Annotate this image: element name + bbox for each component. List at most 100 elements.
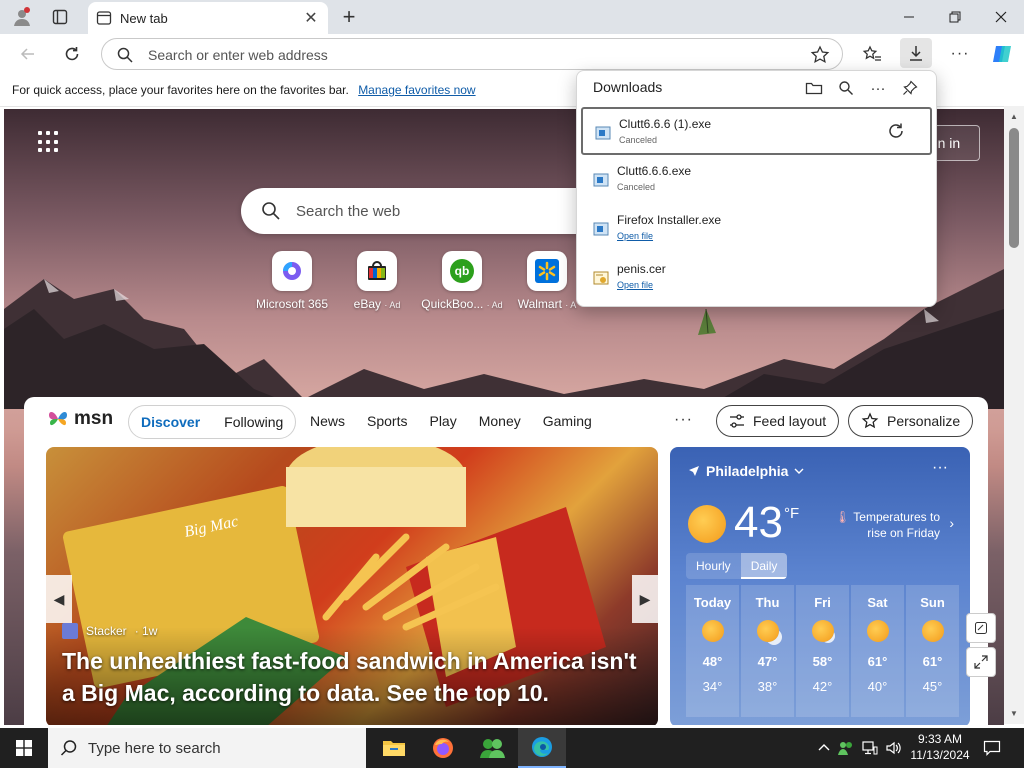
- network-icon[interactable]: [860, 738, 880, 758]
- back-button[interactable]: [14, 40, 42, 68]
- close-tab-icon[interactable]: ✕: [300, 7, 322, 29]
- notification-center-icon[interactable]: [982, 738, 1002, 758]
- manage-favorites-link[interactable]: Manage favorites now: [358, 83, 475, 97]
- expand-button[interactable]: [966, 647, 996, 677]
- open-file-link[interactable]: Open file: [617, 231, 653, 241]
- tab-new-tab[interactable]: New tab ✕: [88, 2, 328, 34]
- open-downloads-folder-icon[interactable]: [801, 75, 827, 101]
- apps-launcher-icon[interactable]: [38, 131, 60, 153]
- carousel-prev-button[interactable]: ◀: [46, 575, 72, 623]
- tile-label: QuickBoo... · Ad: [421, 297, 503, 311]
- download-item[interactable]: Clutt6.6.6 (1).exe Canceled: [581, 107, 932, 155]
- favorites-hint-text: For quick access, place your favorites h…: [12, 83, 349, 97]
- forecast-day[interactable]: Sun 61° 45°: [906, 585, 959, 717]
- tab-discover[interactable]: Discover: [141, 414, 200, 430]
- address-bar[interactable]: [101, 38, 843, 70]
- download-item[interactable]: Clutt6.6.6.exe Canceled: [581, 156, 932, 204]
- tab-hourly[interactable]: Hourly: [686, 553, 741, 579]
- add-favorite-icon[interactable]: [810, 45, 830, 65]
- nav-link-sports[interactable]: Sports: [367, 413, 407, 429]
- taskbar-search-box[interactable]: [48, 728, 366, 768]
- nav-link-news[interactable]: News: [310, 413, 345, 429]
- copilot-icon[interactable]: [988, 40, 1016, 68]
- scroll-down-icon[interactable]: ▼: [1010, 709, 1018, 718]
- msn-logo[interactable]: msn: [46, 407, 113, 431]
- edge-browser-icon[interactable]: [518, 728, 566, 768]
- weather-alert[interactable]: 🌡 Temperatures to rise on Friday: [820, 509, 940, 541]
- windows-taskbar: 9:33 AM 11/13/2024: [0, 728, 1024, 768]
- download-item[interactable]: Firefox Installer.exe Open file: [581, 205, 932, 253]
- personalize-button[interactable]: Personalize: [848, 405, 974, 437]
- hidden-image-leaf-icon[interactable]: [694, 307, 720, 337]
- file-explorer-icon[interactable]: [370, 728, 418, 768]
- forecast-day[interactable]: Fri 58° 42°: [796, 585, 849, 717]
- forecast-day[interactable]: Today 48° 34°: [686, 585, 739, 717]
- image-edit-icon: [975, 622, 987, 634]
- download-status: Canceled: [619, 135, 658, 145]
- weather-more-button[interactable]: ···: [932, 459, 948, 477]
- taskbar-search-input[interactable]: [88, 739, 348, 757]
- new-tab-button[interactable]: +: [336, 4, 362, 30]
- nav-link-gaming[interactable]: Gaming: [543, 413, 592, 429]
- partly-cloudy-icon: [756, 620, 779, 642]
- nav-link-play[interactable]: Play: [429, 413, 456, 429]
- chevron-right-icon[interactable]: ›: [949, 515, 954, 531]
- ebay-icon: [357, 251, 397, 291]
- feed-layout-button[interactable]: Feed layout: [716, 405, 840, 437]
- quick-link-ebay[interactable]: eBay · Ad: [335, 251, 419, 311]
- refresh-button[interactable]: [58, 40, 86, 68]
- top-story-card[interactable]: Big Mac ◀ ▶ Stacker · 1w The unhealthies…: [46, 447, 658, 725]
- forecast-day[interactable]: Thu 47° 38°: [741, 585, 794, 717]
- search-downloads-icon[interactable]: [833, 75, 859, 101]
- temperature-unit[interactable]: °F: [784, 505, 799, 522]
- address-input[interactable]: [148, 45, 768, 65]
- scroll-up-icon[interactable]: ▲: [1010, 112, 1018, 121]
- carousel-next-button[interactable]: ▶: [632, 575, 658, 623]
- system-clock[interactable]: 9:33 AM 11/13/2024: [900, 731, 980, 763]
- download-status: Canceled: [617, 182, 656, 192]
- minimize-button[interactable]: [886, 0, 932, 34]
- weather-card[interactable]: Philadelphia ··· 43 °F 🌡 Temperatures to…: [670, 447, 970, 725]
- microsoft-365-icon: [272, 251, 312, 291]
- forecast-tabs: Hourly Daily: [686, 553, 788, 579]
- pin-icon[interactable]: [897, 75, 923, 101]
- quick-link-microsoft-365[interactable]: Microsoft 365: [250, 251, 334, 311]
- thermometer-icon: 🌡: [834, 510, 851, 524]
- start-button[interactable]: [0, 728, 48, 768]
- close-window-button[interactable]: [978, 0, 1024, 34]
- forecast-day[interactable]: Sat 61° 40°: [851, 585, 904, 717]
- favorites-icon[interactable]: [858, 40, 886, 68]
- restore-button[interactable]: [932, 0, 978, 34]
- msn-butterfly-icon: [49, 411, 67, 426]
- search-icon: [117, 47, 133, 63]
- download-item[interactable]: penis.cer Open file: [581, 254, 932, 302]
- vertical-tabs-icon[interactable]: [46, 4, 74, 30]
- page-scrollbar[interactable]: ▲ ▼: [1004, 106, 1024, 724]
- story-headline[interactable]: The unhealthiest fast-food sandwich in A…: [62, 645, 652, 709]
- downloads-more-options-icon[interactable]: ···: [865, 75, 891, 101]
- firefox-icon[interactable]: [419, 728, 467, 768]
- quickbooks-icon: qb: [442, 251, 482, 291]
- show-hidden-icons-chevron-up-icon[interactable]: [814, 738, 834, 758]
- weather-location[interactable]: Philadelphia: [688, 463, 804, 479]
- quick-link-quickbooks[interactable]: qb QuickBoo... · Ad: [420, 251, 504, 311]
- msn-feed: msn Discover Following News Sports Play …: [24, 397, 988, 725]
- feedback-button[interactable]: [966, 613, 996, 643]
- current-temperature: 43: [734, 498, 783, 547]
- people-tray-icon[interactable]: [836, 738, 856, 758]
- tab-following[interactable]: Following: [224, 414, 283, 430]
- scrollbar-thumb[interactable]: [1009, 128, 1019, 248]
- tab-daily[interactable]: Daily: [740, 553, 788, 579]
- feed-more-button[interactable]: ···: [674, 411, 693, 429]
- downloads-button[interactable]: [900, 38, 932, 68]
- profile-icon[interactable]: [8, 4, 36, 30]
- svg-text:qb: qb: [455, 264, 470, 278]
- settings-more-button[interactable]: ···: [946, 40, 974, 68]
- exe-file-icon: [593, 173, 609, 187]
- new-tab-favicon-icon: [96, 11, 112, 25]
- open-file-link[interactable]: Open file: [617, 280, 653, 290]
- nav-link-money[interactable]: Money: [479, 413, 521, 429]
- retry-icon[interactable]: [886, 121, 906, 141]
- people-app-icon[interactable]: [468, 728, 516, 768]
- mostly-sunny-icon: [811, 620, 834, 642]
